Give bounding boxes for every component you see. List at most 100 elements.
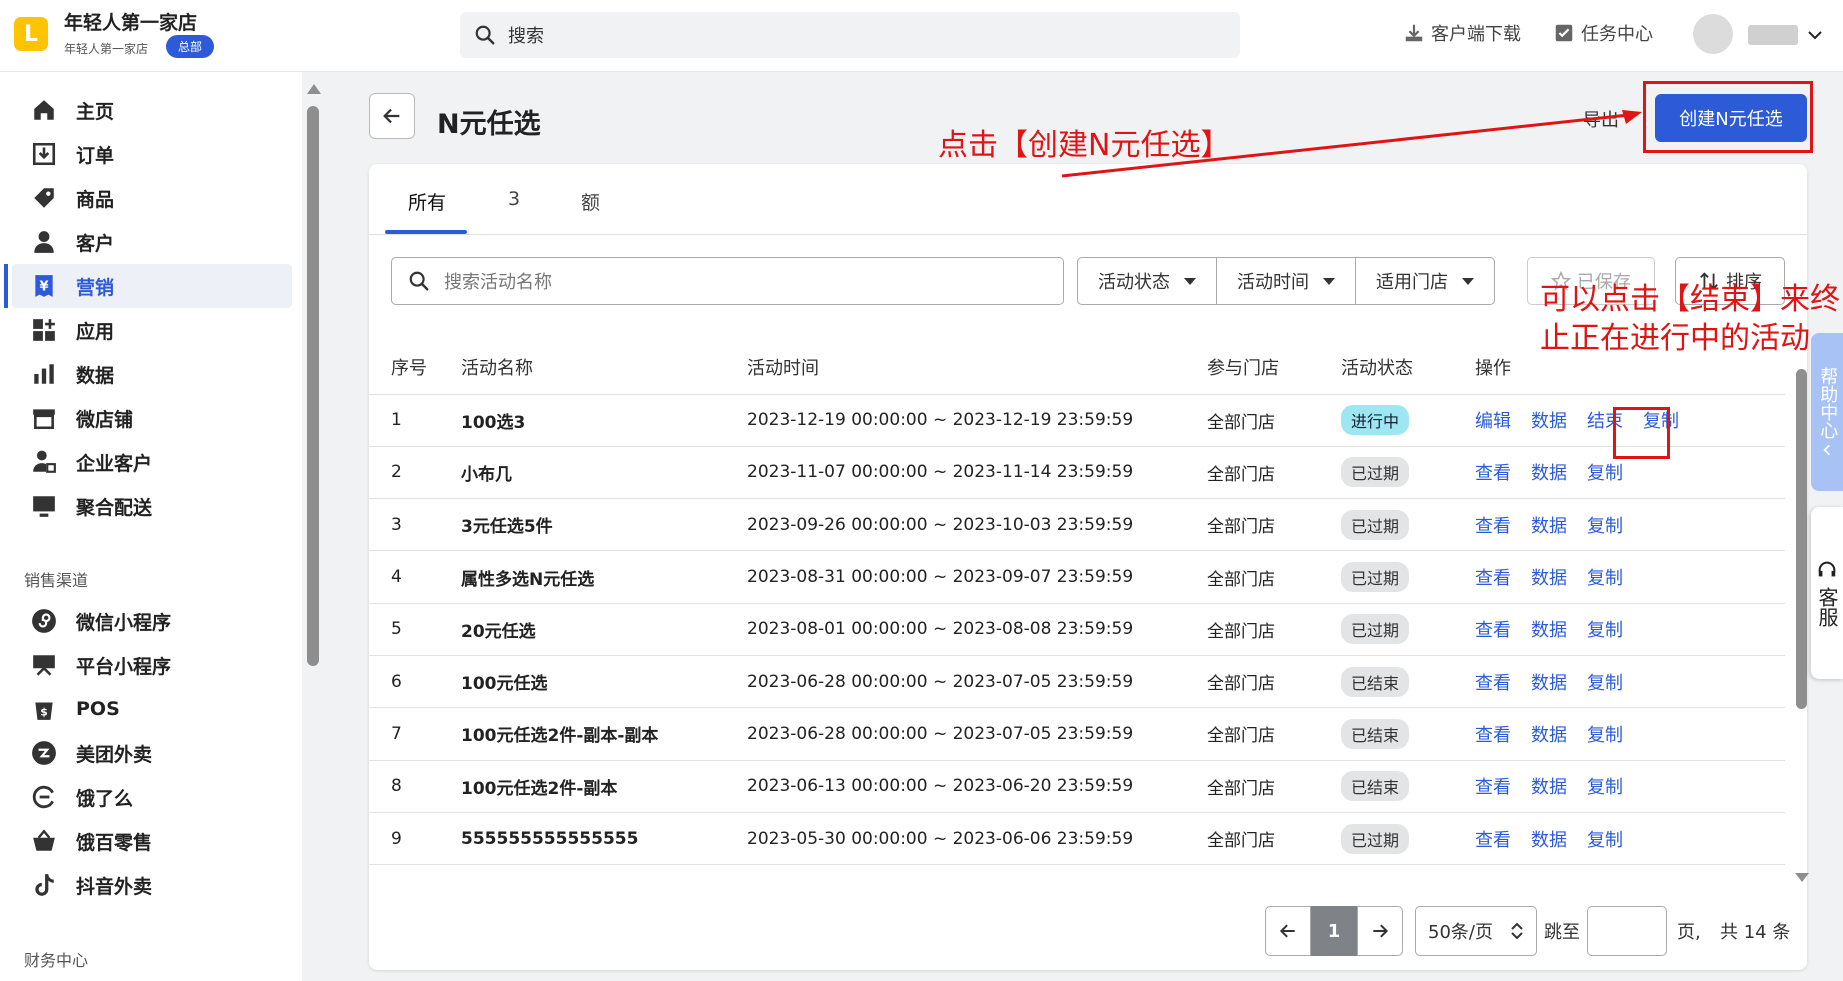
action-link-1[interactable]: 数据	[1531, 725, 1567, 746]
cell-store: 全部门店	[1207, 603, 1341, 656]
filter-status-dropdown[interactable]: 活动状态	[1078, 258, 1217, 304]
sidebar-item-eleme[interactable]: 饿了么	[12, 775, 292, 819]
table-row: 3 3元任选5件 2023-09-26 00:00:00 ~ 2023-10-03 …	[369, 498, 1785, 552]
cell-index: 3	[369, 498, 461, 552]
cell-activity-name[interactable]: 属性多选N元任选	[461, 550, 747, 604]
action-link-1[interactable]: 数据	[1531, 463, 1567, 484]
sidebar-scrollbar[interactable]	[307, 106, 319, 666]
sidebar-scroll-up-arrow[interactable]	[307, 84, 321, 94]
action-link-1[interactable]: 数据	[1531, 568, 1567, 589]
column-header-index: 序号	[369, 340, 461, 395]
sidebar-item-apps[interactable]: 应用	[12, 308, 292, 352]
sidebar-item-enterprise-customers[interactable]: 企业客户	[12, 440, 292, 484]
action-link-0[interactable]: 查看	[1475, 777, 1511, 798]
cell-index: 4	[369, 550, 461, 604]
table-row: 7 100元任选2件-副本-副本 2023-06-28 00:00:00 ~ 202…	[369, 707, 1785, 761]
action-link-0[interactable]: 查看	[1475, 463, 1511, 484]
sidebar-item-label: 企业客户	[76, 452, 153, 475]
action-link-1[interactable]: 数据	[1531, 620, 1567, 641]
page-size-select[interactable]: 50条/页	[1415, 906, 1537, 956]
tab-third[interactable]: 额	[581, 188, 600, 215]
cell-actions: 查看 数据 复制	[1475, 655, 1785, 709]
user-name-redacted[interactable]	[1748, 25, 1798, 45]
sidebar-item-douyin[interactable]: 抖音外卖	[12, 863, 292, 907]
next-page-button[interactable]	[1357, 906, 1403, 956]
action-link-1[interactable]: 数据	[1531, 830, 1567, 851]
store-name[interactable]: 年轻人第一家店	[64, 8, 197, 35]
cell-status: 已过期	[1341, 446, 1475, 500]
action-link-0[interactable]: 查看	[1475, 830, 1511, 851]
cell-store: 全部门店	[1207, 446, 1341, 500]
sidebar-item-orders[interactable]: 订单	[12, 132, 292, 176]
action-link-2[interactable]: 复制	[1587, 516, 1623, 537]
sidebar-item-data[interactable]: 数据	[12, 352, 292, 396]
action-link-0[interactable]: 查看	[1475, 725, 1511, 746]
action-link-0[interactable]: 查看	[1475, 620, 1511, 641]
tab-all[interactable]: 所有	[408, 188, 446, 215]
app-logo-icon[interactable]: L	[14, 17, 48, 51]
sidebar-item-micro-store[interactable]: 微店铺	[12, 396, 292, 440]
sidebar-item-marketing[interactable]: ¥ 营销	[4, 264, 292, 308]
tab-second[interactable]: 3	[508, 188, 520, 210]
task-center-button[interactable]: 任务中心	[1553, 20, 1653, 46]
cell-activity-name[interactable]: 100元任选2件-副本-副本	[461, 707, 747, 761]
douyin-icon	[35, 874, 54, 896]
filter-store-dropdown[interactable]: 适用门店	[1356, 258, 1494, 304]
cell-activity-time: 2023-06-28 00:00:00 ~ 2023-07-05 23:59:5…	[747, 655, 1207, 709]
cell-activity-name[interactable]: 100选3	[461, 394, 747, 447]
create-button-highlight-box	[1643, 81, 1813, 153]
sidebar-item-home[interactable]: 主页	[12, 88, 292, 132]
cell-store: 全部门店	[1207, 812, 1341, 866]
action-link-2[interactable]: 复制	[1587, 568, 1623, 589]
sidebar-item-pos[interactable]: $ POS	[12, 687, 292, 731]
eleme-icon	[32, 785, 54, 809]
action-link-2[interactable]: 复制	[1587, 777, 1623, 798]
table-row: 6 100元任选 2023-06-28 00:00:00 ~ 2023-07-05 …	[369, 655, 1785, 709]
sidebar-item-label: 商品	[76, 188, 115, 211]
avatar[interactable]	[1693, 14, 1733, 54]
back-button[interactable]	[369, 93, 415, 139]
jump-page-input[interactable]	[1587, 906, 1667, 956]
activity-search-input[interactable]: 搜索活动名称	[391, 257, 1064, 305]
table-scrollbar[interactable]	[1796, 369, 1807, 709]
cell-activity-name[interactable]: 20元任选	[461, 603, 747, 656]
filter-time-dropdown[interactable]: 活动时间	[1217, 258, 1356, 304]
page-number-current[interactable]: 1	[1311, 906, 1357, 956]
cell-activity-name[interactable]: 100元任选	[461, 655, 747, 709]
section-finance-center[interactable]: 财务中心	[24, 947, 88, 971]
headset-icon	[1818, 561, 1836, 577]
action-link-0[interactable]: 查看	[1475, 516, 1511, 537]
action-link-2[interactable]: 复制	[1587, 830, 1623, 851]
global-search-input[interactable]: 搜索	[460, 12, 1240, 58]
sidebar-item-products[interactable]: 商品	[12, 176, 292, 220]
prev-page-button[interactable]	[1265, 906, 1311, 956]
sidebar-item-platform-mini[interactable]: 平台小程序	[12, 643, 292, 687]
customer-service-tab[interactable]: 客服	[1811, 507, 1843, 679]
action-link-2[interactable]: 复制	[1587, 725, 1623, 746]
cell-activity-name[interactable]: 3元任选5件	[461, 498, 747, 552]
action-link-2[interactable]: 复制	[1587, 673, 1623, 694]
cell-activity-name[interactable]: 555555555555555	[461, 812, 747, 866]
status-badge: 已过期	[1341, 823, 1410, 854]
action-link-0[interactable]: 编辑	[1475, 411, 1511, 432]
cell-activity-name[interactable]: 小布几	[461, 446, 747, 500]
help-center-tab[interactable]: 帮助中心	[1811, 333, 1843, 491]
action-link-1[interactable]: 数据	[1531, 516, 1567, 537]
table-scroll-down-arrow[interactable]	[1795, 873, 1809, 882]
action-link-0[interactable]: 查看	[1475, 568, 1511, 589]
sidebar-item-wechat-mini[interactable]: 微信小程序	[12, 599, 292, 643]
action-link-0[interactable]: 查看	[1475, 673, 1511, 694]
action-link-1[interactable]: 数据	[1531, 777, 1567, 798]
chevron-down-icon[interactable]	[1806, 26, 1824, 44]
sidebar-item-meituan[interactable]: 美团外卖	[12, 731, 292, 775]
action-link-1[interactable]: 数据	[1531, 673, 1567, 694]
cell-activity-name[interactable]: 100元任选2件-副本	[461, 760, 747, 813]
sidebar-item-delivery[interactable]: 聚合配送	[12, 484, 292, 528]
sidebar-item-ebai[interactable]: 饿百零售	[12, 819, 292, 863]
action-link-2[interactable]: 复制	[1587, 620, 1623, 641]
sidebar-item-customers[interactable]: 客户	[12, 220, 292, 264]
client-download-button[interactable]: 客户端下载	[1403, 20, 1521, 46]
action-link-1[interactable]: 数据	[1531, 411, 1567, 432]
cell-activity-time: 2023-12-19 00:00:00 ~ 2023-12-19 23:59:5…	[747, 394, 1207, 447]
action-link-2[interactable]: 复制	[1587, 463, 1623, 484]
